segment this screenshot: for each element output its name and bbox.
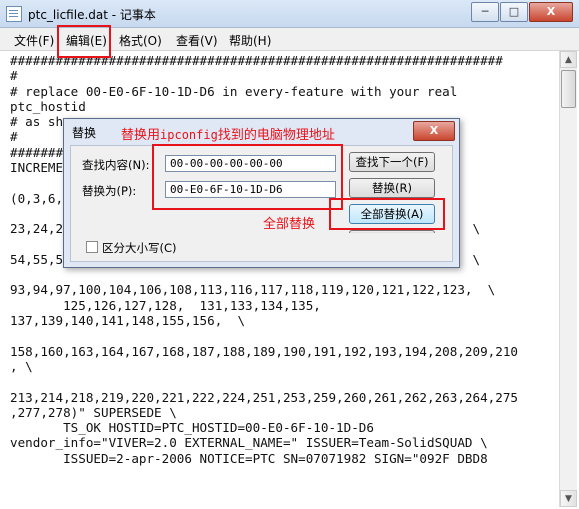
title-annotation: 替换用ipconfig找到的电脑物理地址 xyxy=(121,124,335,143)
title-note-prefix: 替换用 xyxy=(121,128,161,143)
dialog-close-button[interactable]: X xyxy=(413,121,455,141)
match-case-checkbox[interactable] xyxy=(86,241,98,253)
scroll-up-icon[interactable]: ▲ xyxy=(560,51,577,68)
title-bar: ptc_licfile.dat - 记事本 ─ □ X xyxy=(0,0,579,28)
menu-file[interactable]: 文件(F) xyxy=(14,32,54,49)
match-case-label: 区分大小写(C) xyxy=(102,241,177,255)
menu-help[interactable]: 帮助(H) xyxy=(229,32,271,49)
menu-edit-highlight xyxy=(57,25,111,58)
find-next-button[interactable]: 查找下一个(F) xyxy=(349,152,435,172)
cancel-button-partial[interactable] xyxy=(349,230,435,233)
find-label: 查找内容(N): xyxy=(82,158,150,172)
title-note-suffix: 找到的电脑物理地址 xyxy=(217,128,335,143)
replace-label: 替换为(P): xyxy=(82,184,137,198)
minimize-button[interactable]: ─ xyxy=(471,2,499,22)
maximize-button[interactable]: □ xyxy=(500,2,528,22)
fields-highlight xyxy=(152,144,343,210)
window-controls: ─ □ X xyxy=(471,2,573,22)
scroll-thumb[interactable] xyxy=(561,70,576,108)
menu-format[interactable]: 格式(O) xyxy=(119,32,162,49)
replace-button[interactable]: 替换(R) xyxy=(349,178,435,198)
menu-view[interactable]: 查看(V) xyxy=(176,32,218,49)
window-title: ptc_licfile.dat - 记事本 xyxy=(28,8,156,22)
vertical-scrollbar[interactable]: ▲ ▼ xyxy=(559,51,577,507)
replace-all-annotation: 全部替换 xyxy=(263,217,316,232)
title-note-mono: ipconfig xyxy=(160,128,218,142)
scroll-down-icon[interactable]: ▼ xyxy=(560,490,577,507)
close-button[interactable]: X xyxy=(529,2,573,22)
dialog-title: 替换 xyxy=(72,126,97,140)
replace-all-highlight xyxy=(329,198,445,230)
notepad-icon xyxy=(6,6,22,22)
